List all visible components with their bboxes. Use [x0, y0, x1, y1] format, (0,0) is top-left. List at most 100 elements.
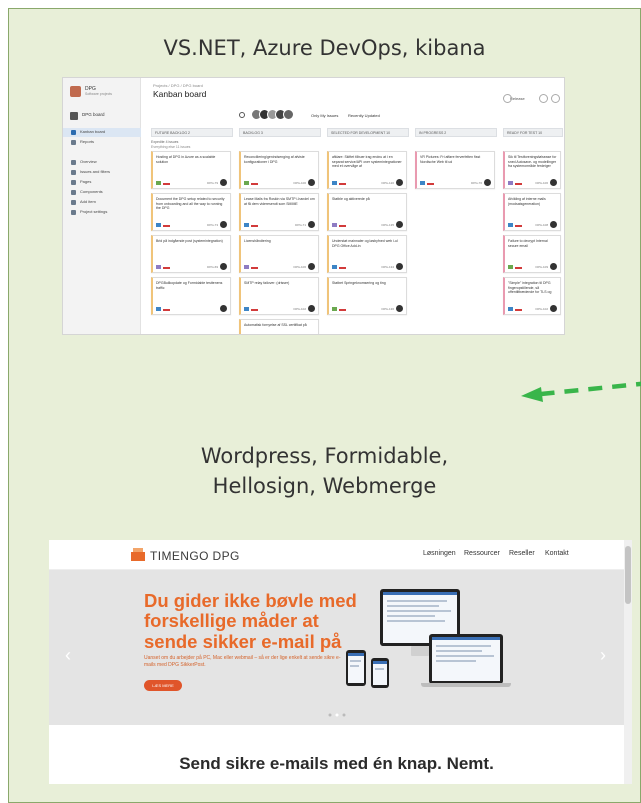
board-title: Kanban board — [153, 89, 207, 99]
nav-item: Project settings — [63, 208, 141, 217]
priority-icon — [515, 225, 522, 227]
kanban-card: Hosting af DPG in Azure as a scalable so… — [151, 151, 231, 189]
tablet-icon — [371, 658, 389, 688]
priority-icon — [339, 225, 346, 227]
swimlane-label: Expedite 4 issues — [151, 140, 179, 144]
nav-reports: Reports — [63, 138, 141, 147]
card-id: DPG-109 — [535, 265, 548, 269]
kanban-card: DPGBuilkopdate og Formidable testtenens … — [151, 277, 231, 315]
carousel-prev-icon[interactable]: ‹ — [65, 645, 71, 666]
website-screenshot: TIMENGO DPG Løsningen Ressourcer Reselle… — [49, 540, 632, 784]
kanban-card: Understøt mainnaler og løsbyfned web i-u… — [327, 235, 407, 273]
priority-icon — [163, 267, 170, 269]
card-id: DPG-134 — [381, 265, 394, 269]
card-id: DPG-73 — [207, 223, 218, 227]
card-title: VR Pictures: Fri afføre ferverfelten fis… — [420, 155, 481, 164]
issue-type-icon — [508, 223, 513, 227]
assignee-avatar — [220, 305, 227, 312]
kanban-card: Automatisk fornyelse af SSL certifikat p… — [239, 319, 319, 334]
kanban-card: Document the DPG setup related to securi… — [151, 193, 231, 231]
issue-type-icon — [244, 181, 249, 185]
card-id: DPG-135 — [381, 223, 394, 227]
nav-label: Pages — [80, 179, 92, 184]
card-id: DPG-100 — [293, 181, 306, 185]
swimlane-sublabel: Everything else 11 issues — [151, 145, 191, 149]
page-icon — [71, 180, 76, 185]
monitor-stand — [411, 646, 429, 656]
filter-icon — [71, 170, 76, 175]
scrollbar-thumb[interactable] — [625, 546, 631, 604]
org-logo-icon — [70, 86, 81, 97]
issue-type-icon — [332, 265, 337, 269]
nav-link[interactable]: Reseller — [509, 550, 535, 557]
component-icon — [71, 190, 76, 195]
megaphone-icon — [71, 160, 76, 165]
card-title: Automatisk fornyelse af SSL certifikat p… — [244, 323, 307, 327]
assignee-avatar — [484, 179, 491, 186]
issue-type-icon — [244, 307, 249, 311]
settings-icon — [503, 94, 512, 103]
issue-type-icon — [508, 181, 513, 185]
nav-label: Components — [80, 189, 103, 194]
issue-type-icon — [156, 307, 161, 311]
kanban-card: Reconciliering/genindsenging af afviste … — [239, 151, 319, 189]
nav-kanban-board: Kanban board — [63, 128, 141, 137]
nav-link[interactable]: Kontakt — [545, 550, 569, 557]
card-id: DPG-76 — [471, 181, 482, 185]
issue-type-icon — [508, 307, 513, 311]
assignee-avatar — [308, 263, 315, 270]
assignee-avatar — [550, 305, 557, 312]
card-title: DPGBuilkopdate og Formidable testtenens … — [156, 281, 223, 290]
breadcrumb: Projects / DPG / DPG board — [153, 83, 203, 88]
card-title: Lease Mails fra Roskin via SMTP i-handel… — [244, 197, 315, 206]
column-header: IN PROGRESS 2 — [415, 128, 497, 137]
card-title: Statble og aktiverede på — [332, 197, 370, 201]
share-icon — [539, 94, 548, 103]
priority-icon — [515, 309, 522, 311]
dashed-arrow-icon — [521, 381, 641, 402]
assignee-avatar — [396, 305, 403, 312]
kanban-card: Afvikling af interne mails (modsatsgener… — [503, 193, 561, 231]
board-icon — [71, 130, 76, 135]
issue-type-icon — [244, 265, 249, 269]
card-id: DPG-79 — [207, 181, 218, 185]
project-icon — [70, 112, 78, 120]
hero-subtext: Uanset om du arbejder på PC, Mac eller w… — [144, 655, 341, 668]
card-title: SMTP relay failover: (drisser) — [244, 281, 290, 285]
card-title: Document the DPG setup related to securi… — [156, 197, 225, 211]
nav-link[interactable]: Ressourcer — [464, 550, 500, 557]
assignee-avatar — [396, 263, 403, 270]
issue-type-icon — [156, 265, 161, 269]
nav-link[interactable]: Løsningen — [423, 550, 456, 557]
carousel-next-icon[interactable]: › — [600, 645, 606, 666]
filter-recently-updated: Recently Updated — [348, 113, 380, 118]
site-nav: TIMENGO DPG Løsningen Ressourcer Reselle… — [49, 540, 624, 570]
kanban-card: VR Pictures: Fri afføre ferverfelten fis… — [415, 151, 495, 189]
scrollbar[interactable] — [624, 540, 632, 784]
read-more-button[interactable]: LÆS MERE — [144, 680, 182, 691]
issue-type-icon — [332, 181, 337, 185]
nav-item: Overview — [63, 158, 141, 167]
search-icon — [239, 112, 245, 118]
assignee-avatar — [308, 221, 315, 228]
assignee-avatar — [550, 221, 557, 228]
kanban-screenshot: DPG Software projects DPG board Kanban b… — [62, 77, 565, 335]
issue-type-icon — [332, 307, 337, 311]
hero-headline: Du gider ikke bøvle med forskellige måde… — [144, 590, 357, 652]
priority-icon — [163, 225, 170, 227]
priority-icon — [163, 309, 170, 311]
assignee-avatar — [550, 179, 557, 186]
issue-type-icon — [156, 181, 161, 185]
assignee-avatar — [308, 179, 315, 186]
caption-bottom-line1: Wordpress, Formidable, — [200, 444, 449, 468]
card-title: Reconciliering/genindsenging af afviste … — [244, 155, 305, 164]
project-selector: DPG board — [70, 110, 136, 124]
kanban-card: Sik til Testforeningsfølsease for sned A… — [503, 151, 561, 189]
nav-label: Overview — [80, 159, 97, 164]
column-header: FUTURE BACKLOG 2 — [151, 128, 233, 137]
caption-bottom-line2: Hellosign, Webmerge — [212, 474, 437, 499]
nav-label: Kanban board — [80, 129, 106, 134]
chart-icon — [71, 140, 76, 145]
green-panel: VS.NET, Azure DevOps, kibana DPG Softwar… — [8, 8, 641, 803]
card-title: Brid på indgående post (systemintegratio… — [156, 239, 223, 243]
